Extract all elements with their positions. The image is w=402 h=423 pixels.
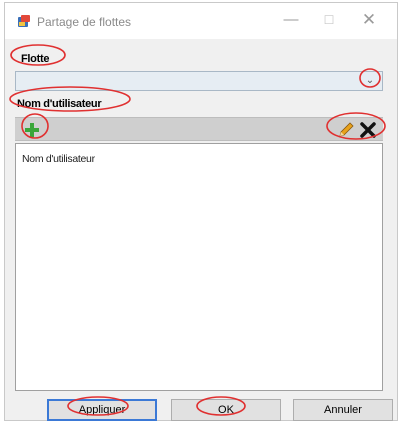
user-list[interactable]: Nom d'utilisateur xyxy=(15,143,383,391)
minimize-button[interactable]: — xyxy=(277,9,305,31)
app-icon xyxy=(18,15,30,27)
ok-button[interactable]: OK xyxy=(171,399,281,421)
chevron-down-icon[interactable]: ⌄ xyxy=(363,74,377,88)
fleet-sharing-dialog: Partage de flottes — ☐ ✕ Flotte ⌄ Nom d'… xyxy=(4,2,398,421)
cancel-button[interactable]: Annuler xyxy=(293,399,393,421)
pencil-edit-icon[interactable] xyxy=(337,121,355,139)
username-label: Nom d'utilisateur xyxy=(17,98,102,110)
user-toolbar xyxy=(15,117,383,141)
maximize-button[interactable]: ☐ xyxy=(315,9,343,31)
user-list-header: Nom d'utilisateur xyxy=(22,153,95,165)
add-user-icon[interactable] xyxy=(23,121,41,139)
window-title: Partage de flottes xyxy=(37,15,132,29)
delete-x-icon[interactable] xyxy=(359,121,377,139)
fleet-label: Flotte xyxy=(21,53,50,65)
apply-button[interactable]: Appliquer xyxy=(47,399,157,421)
fleet-select[interactable]: ⌄ xyxy=(15,71,383,91)
close-button[interactable]: ✕ xyxy=(355,9,383,31)
title-bar[interactable]: Partage de flottes — ☐ ✕ xyxy=(5,3,397,39)
